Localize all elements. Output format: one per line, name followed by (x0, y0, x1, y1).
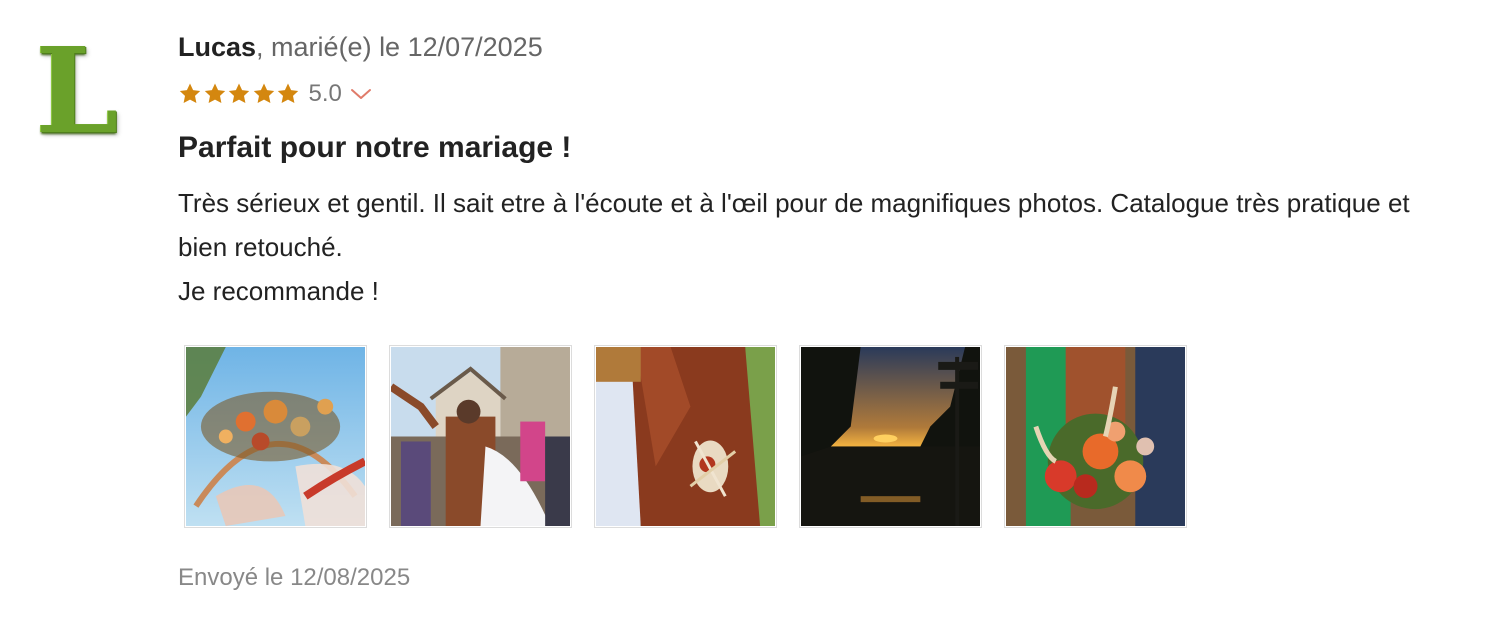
star-icon (228, 83, 250, 103)
sunset-photo-icon (801, 347, 980, 526)
rating-stars (178, 82, 301, 106)
bouquet-photo-icon (1006, 347, 1185, 526)
ceremony-exit-photo-icon (391, 347, 570, 526)
photo-thumbnail-2[interactable] (389, 345, 572, 528)
rating: 5.0 (178, 79, 1438, 109)
star-icon (253, 83, 274, 103)
sent-date: Envoyé le 12/08/2025 (178, 564, 411, 591)
review-card: L Lucas, marié(e) le 12/07/2025 5.0 Parf… (0, 0, 1500, 618)
groom-boutonniere-photo-icon (596, 347, 775, 526)
photo-thumbnail-5[interactable] (1004, 345, 1187, 528)
author-wedding-date: , marié(e) le 12/07/2025 (256, 32, 543, 62)
flower-arch-photo-icon (186, 347, 365, 526)
photo-thumbnail-1[interactable] (184, 345, 367, 528)
review-body-line: Très sérieux et gentil. Il sait etre à l… (178, 188, 1410, 262)
avatar-letter: L (35, 21, 119, 160)
review-content: Lucas, marié(e) le 12/07/2025 5.0 Parfai… (178, 28, 1438, 594)
rating-value: 5.0 (308, 80, 342, 107)
chevron-down-icon[interactable] (350, 87, 372, 101)
star-icon (179, 83, 201, 103)
star-icon (204, 83, 225, 103)
author-line: Lucas, marié(e) le 12/07/2025 (178, 28, 1438, 66)
review-body: Très sérieux et gentil. Il sait etre à l… (178, 181, 1428, 313)
avatar[interactable]: L (18, 32, 136, 150)
author-name[interactable]: Lucas (178, 32, 256, 62)
review-body-line: Je recommande ! (178, 276, 379, 306)
review-title: Parfait pour notre mariage ! (178, 131, 572, 164)
photo-gallery (178, 345, 1438, 528)
photo-thumbnail-4[interactable] (799, 345, 982, 528)
star-icon (277, 83, 299, 103)
photo-thumbnail-3[interactable] (594, 345, 777, 528)
